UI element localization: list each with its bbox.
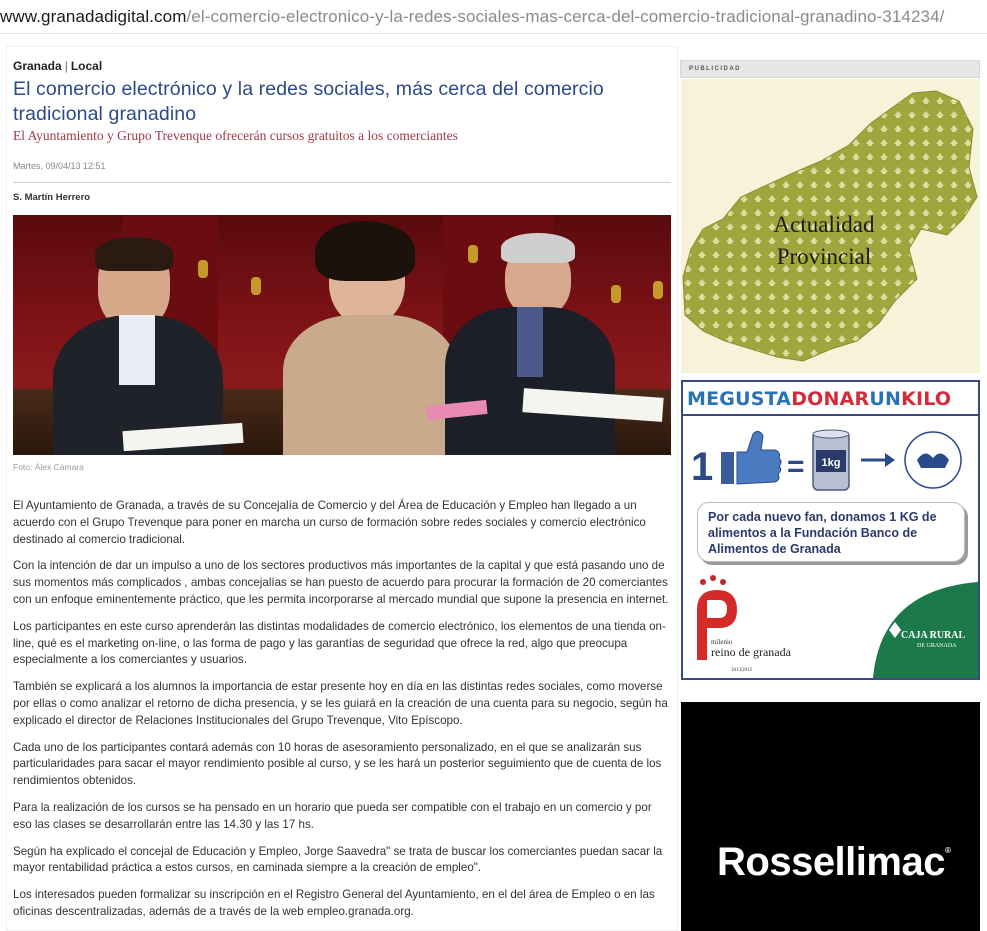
ad-title-line2: Provincial — [776, 244, 872, 269]
photo-hair — [501, 233, 575, 263]
ad-title: Actualidad Provincial — [739, 209, 909, 273]
url-path: /el-comercio-electronico-y-la-redes-soci… — [186, 7, 945, 26]
photo-caption: Foto: Álex Cámara — [13, 462, 84, 472]
photo-hair — [315, 221, 415, 281]
milenio-years: 1013|2013 — [731, 668, 753, 673]
ad-me-gusta-donar-un-kilo[interactable]: MEGUSTADONARUNKILO 1 = 1kg Por cada nuev… — [681, 380, 980, 680]
article-date: Martes, 09/04/13 12:51 — [13, 161, 106, 171]
sponsor-strip — [683, 570, 978, 678]
divider — [13, 182, 671, 183]
article-paragraph: Los interesados pueden formalizar su ins… — [13, 888, 655, 918]
advertising-label-text: PUBLICIDAD — [689, 66, 741, 72]
arrow-right-icon — [861, 453, 895, 467]
banner-me: ME — [687, 388, 720, 410]
url-text[interactable]: www.granadadigital.com/el-comercio-elect… — [0, 7, 944, 27]
ad-title-line1: Actualidad — [773, 212, 875, 237]
ad-actualidad-provincial[interactable]: Actualidad Provincial — [681, 79, 980, 373]
food-can-icon: 1kg — [812, 429, 850, 491]
rossellimac-logo: Rossellimac® — [717, 840, 951, 885]
photo-hair — [95, 237, 173, 271]
photo-ornament — [653, 281, 663, 299]
article-paragraph: Cada uno de los participantes contará ad… — [13, 740, 662, 788]
photo-tie — [517, 307, 543, 377]
thumbs-up-icon — [721, 430, 782, 485]
article-subheadline: El Ayuntamiento y Grupo Trevenque ofrece… — [13, 128, 458, 143]
rossellimac-brand: Rossellimac — [717, 840, 945, 884]
advertising-label: PUBLICIDAD — [680, 60, 980, 78]
number-one: 1 — [691, 445, 713, 489]
banner-gusta: GUSTA — [719, 388, 792, 410]
article-paragraph: También se explicará a los alumnos la im… — [13, 680, 668, 727]
section-link-granada[interactable]: Granada — [13, 59, 62, 73]
breadcrumb: Granada | Local — [13, 59, 671, 73]
article-photo — [13, 215, 671, 455]
address-bar[interactable]: www.granadadigital.com/el-comercio-elect… — [0, 0, 987, 34]
article-paragraph: Los participantes en este curso aprender… — [13, 619, 666, 667]
article-paragraph: Con la intención de dar un impulso a uno… — [13, 559, 669, 606]
food-bank-logo-icon — [904, 431, 962, 489]
equals-sign: = — [787, 450, 805, 483]
photo-ornament — [611, 285, 621, 303]
photo-ornament — [198, 260, 208, 278]
ad-banner: MEGUSTADONARUNKILO — [683, 382, 978, 416]
photo-jacket — [283, 315, 458, 455]
section-link-local[interactable]: Local — [71, 59, 102, 73]
photo-shirt — [119, 315, 155, 385]
photo-ornament — [468, 245, 478, 263]
ad-message: Por cada nuevo fan, donamos 1 KG de alim… — [697, 502, 965, 562]
reino-text: reino de granada — [711, 645, 791, 659]
ad-rossellimac[interactable]: Rossellimac® — [681, 702, 980, 931]
url-host: www.granadadigital.com — [0, 7, 187, 26]
caja-rural-text: CAJA RURAL — [901, 630, 966, 641]
article-body: El Ayuntamiento de Granada, a través de … — [13, 498, 671, 921]
registered-mark: ® — [944, 846, 951, 855]
caja-rural-subtext: DE GRANADA — [917, 643, 957, 649]
banner-donar: DONAR — [791, 388, 870, 410]
sidebar: PUBLICIDAD Actualidad Provincial MEGUSTAD… — [678, 46, 987, 931]
article-author: S. Martín Herrero — [13, 192, 91, 203]
donation-equation: 1 = 1kg — [691, 429, 962, 491]
article-paragraph: Para la realización de los cursos se ha … — [13, 800, 652, 831]
article-headline: El comercio electrónico y la redes socia… — [13, 78, 604, 125]
article-paragraph: El Ayuntamiento de Granada, a través de … — [13, 499, 646, 546]
banner-un: UN — [869, 388, 902, 410]
breadcrumb-separator: | — [64, 59, 68, 73]
can-label: 1kg — [822, 457, 841, 469]
photo-ornament — [251, 277, 261, 295]
banner-kilo: KILO — [901, 388, 952, 410]
article-paragraph: Según ha explicado el concejal de Educac… — [13, 844, 663, 875]
article-column: Granada | Local El comercio electrónico y … — [6, 46, 678, 931]
